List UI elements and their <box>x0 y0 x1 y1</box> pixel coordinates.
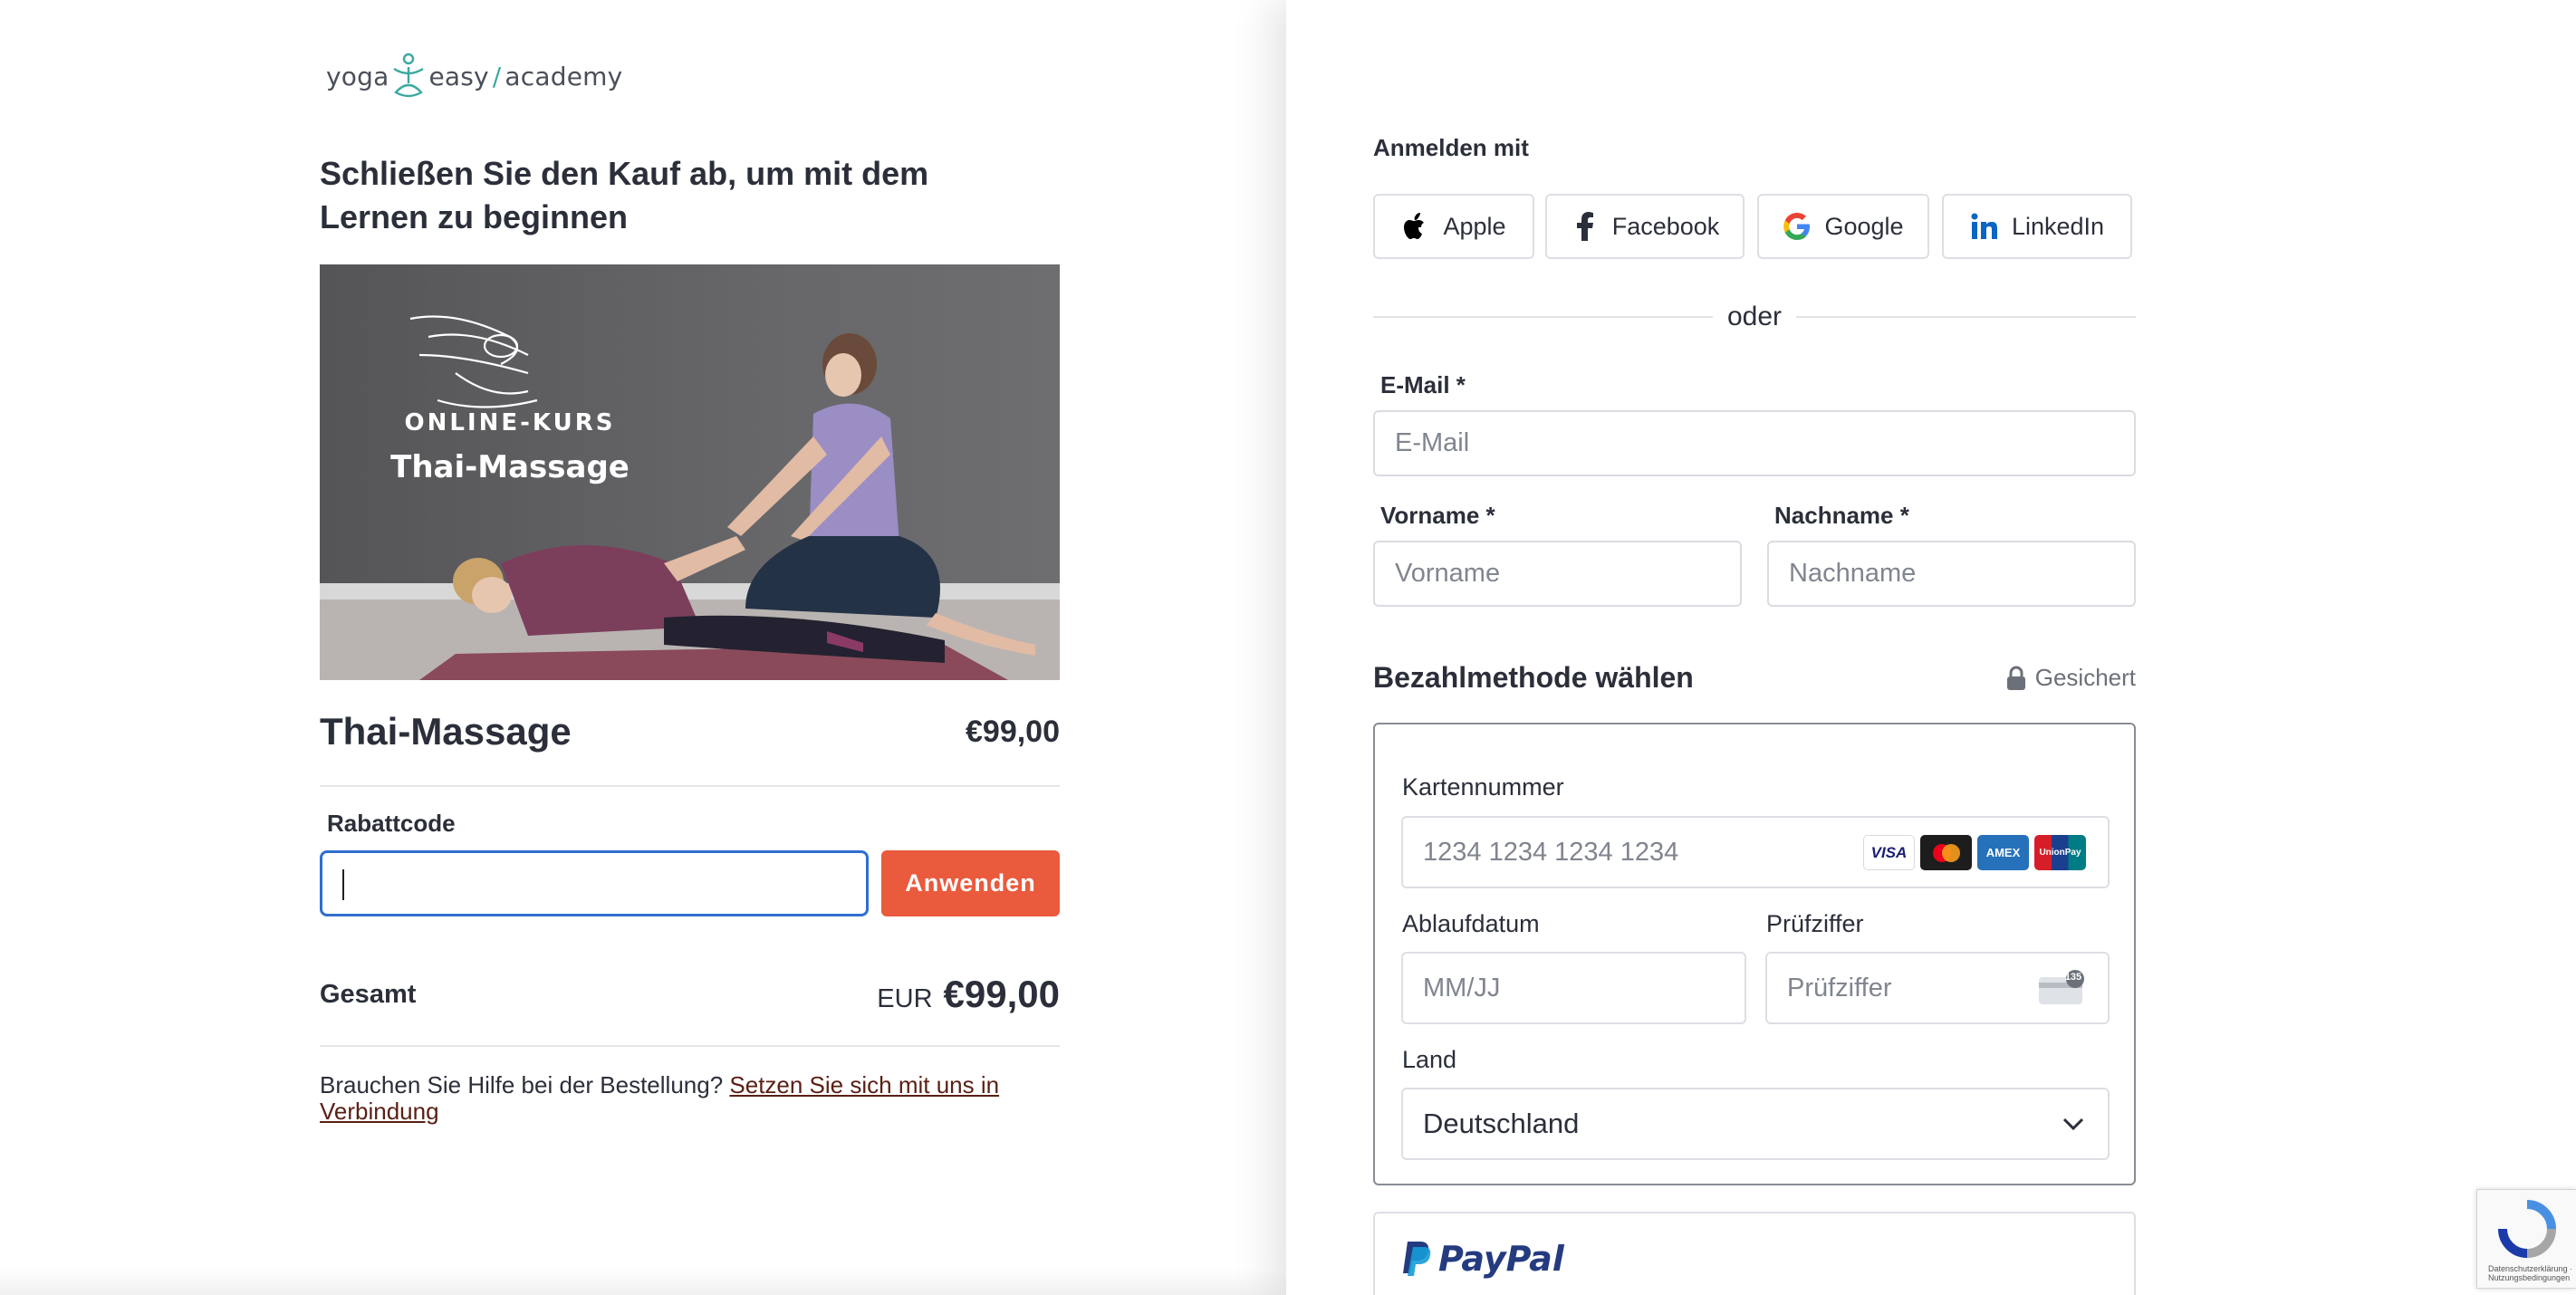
yoga-figure-icon <box>393 53 425 98</box>
payment-method-title: Bezahlmethode wählen <box>1373 661 1694 694</box>
apple-login-button[interactable]: Apple <box>1373 194 1534 259</box>
paypal-icon <box>1403 1242 1431 1276</box>
or-text: oder <box>1726 302 1783 331</box>
checkout-form-panel: Anmelden mit Apple Facebook Google Linke… <box>1286 0 2576 1295</box>
email-label: E-Mail * <box>1380 371 1466 398</box>
firstname-placeholder: Vorname <box>1395 559 1501 588</box>
divider <box>320 1045 1060 1047</box>
google-icon <box>1783 212 1812 241</box>
lastname-field[interactable]: Nachname <box>1767 541 2136 607</box>
cvc-field[interactable]: Prüfziffer 135 <box>1765 952 2110 1024</box>
visa-icon: VISA <box>1863 835 1915 870</box>
help-question: Brauchen Sie Hilfe bei der Bestellung? <box>320 1071 730 1098</box>
expiry-placeholder: MM/JJ <box>1423 973 1501 1002</box>
recaptcha-icon <box>2498 1200 2556 1258</box>
paypal-text: PayPal <box>1438 1239 1564 1279</box>
total-amount: EUR €99,00 <box>877 973 1060 1016</box>
cvc-card-icon: 135 <box>2039 970 2086 1006</box>
course-image-kicker: ONLINE-KURS <box>404 409 616 436</box>
email-field[interactable]: E-Mail <box>1373 410 2136 476</box>
card-number-placeholder: 1234 1234 1234 1234 <box>1423 837 1679 867</box>
amex-icon: AMEX <box>1977 835 2029 870</box>
page-title: Schließen Sie den Kauf ab, um mit dem Le… <box>320 155 929 235</box>
product-name: Thai-Massage <box>320 710 572 753</box>
paypal-option[interactable]: PayPal <box>1373 1212 2136 1295</box>
total-value: €99,00 <box>943 973 1060 1015</box>
email-placeholder: E-Mail <box>1395 428 1470 457</box>
divider <box>320 785 1060 787</box>
recaptcha-links: Datenschutzerklärung · Nutzungsbedingung… <box>2488 1264 2573 1282</box>
recaptcha-badge[interactable]: Datenschutzerklärung · Nutzungsbedingung… <box>2476 1189 2576 1289</box>
cvc-placeholder: Prüfziffer <box>1787 973 1892 1002</box>
apply-discount-button[interactable]: Anwenden <box>881 850 1060 916</box>
total-row: Gesamt EUR €99,00 <box>320 969 1060 1020</box>
card-payment-box: Kartennummer 1234 1234 1234 1234 VISA AM… <box>1373 723 2136 1185</box>
google-login-button[interactable]: Google <box>1757 194 1929 259</box>
card-number-label: Kartennummer <box>1402 773 1564 801</box>
order-summary-panel: yoga easy / academy Schließen Sie den Ka… <box>0 0 1286 1295</box>
lastname-label: Nachname * <box>1774 502 1909 529</box>
mastercard-icon <box>1920 835 1972 870</box>
secure-badge: Gesichert <box>2006 664 2136 692</box>
yogaeasy-academy-logo[interactable]: yoga easy / academy <box>326 49 622 103</box>
paypal-logo: PayPal <box>1400 1239 1564 1279</box>
lastname-placeholder: Nachname <box>1789 559 1917 588</box>
chevron-down-icon <box>2062 1118 2084 1131</box>
country-value: Deutschland <box>1423 1108 1580 1139</box>
discount-label: Rabattcode <box>327 810 456 837</box>
or-divider: oder <box>1373 299 2137 335</box>
facebook-login-button[interactable]: Facebook <box>1545 194 1745 259</box>
expiry-label: Ablaufdatum <box>1402 910 1540 937</box>
country-label: Land <box>1402 1046 1457 1073</box>
cvc-label: Prüfziffer <box>1766 910 1864 937</box>
facebook-label: Facebook <box>1611 212 1720 240</box>
course-image: ONLINE-KURS Thai-Massage <box>320 264 1060 680</box>
firstname-label: Vorname * <box>1380 502 1495 529</box>
help-text: Brauchen Sie Hilfe bei der Bestellung? S… <box>320 1072 1060 1125</box>
firstname-field[interactable]: Vorname <box>1373 541 1742 607</box>
expiry-field[interactable]: MM/JJ <box>1401 952 1746 1024</box>
secure-text: Gesichert <box>2034 664 2136 691</box>
country-select[interactable]: Deutschland <box>1401 1088 2110 1160</box>
apple-label: Apple <box>1443 212 1506 240</box>
product-row: Thai-Massage €99,00 <box>320 706 1060 757</box>
card-number-field[interactable]: 1234 1234 1234 1234 VISA AMEX UnionPay <box>1401 816 2110 888</box>
logo-text-academy: academy <box>505 61 623 91</box>
facebook-icon <box>1571 212 1600 241</box>
course-image-title: Thai-Massage <box>390 449 630 485</box>
apple-icon <box>1401 212 1430 241</box>
linkedin-icon <box>1970 212 1999 241</box>
total-currency: EUR <box>877 984 933 1013</box>
text-caret <box>342 869 344 900</box>
logo-text-easy: easy <box>428 61 489 91</box>
cvc-badge-text: 135 <box>2064 972 2082 983</box>
card-brands: VISA AMEX UnionPay <box>1863 835 2086 870</box>
logo-slash: / <box>492 61 502 91</box>
bottom-shadow <box>0 1268 1286 1295</box>
login-with-label: Anmelden mit <box>1373 134 1529 161</box>
linkedin-login-button[interactable]: LinkedIn <box>1942 194 2132 259</box>
total-label: Gesamt <box>320 979 417 1009</box>
logo-text-yoga: yoga <box>326 61 389 91</box>
divider-line <box>1373 316 1713 318</box>
lock-icon <box>2006 666 2025 690</box>
linkedin-label: LinkedIn <box>2011 212 2105 240</box>
google-label: Google <box>1824 212 1904 240</box>
product-price: €99,00 <box>966 714 1060 749</box>
divider-line <box>1796 316 2137 318</box>
unionpay-icon: UnionPay <box>2034 835 2086 870</box>
discount-code-input[interactable] <box>320 850 869 916</box>
